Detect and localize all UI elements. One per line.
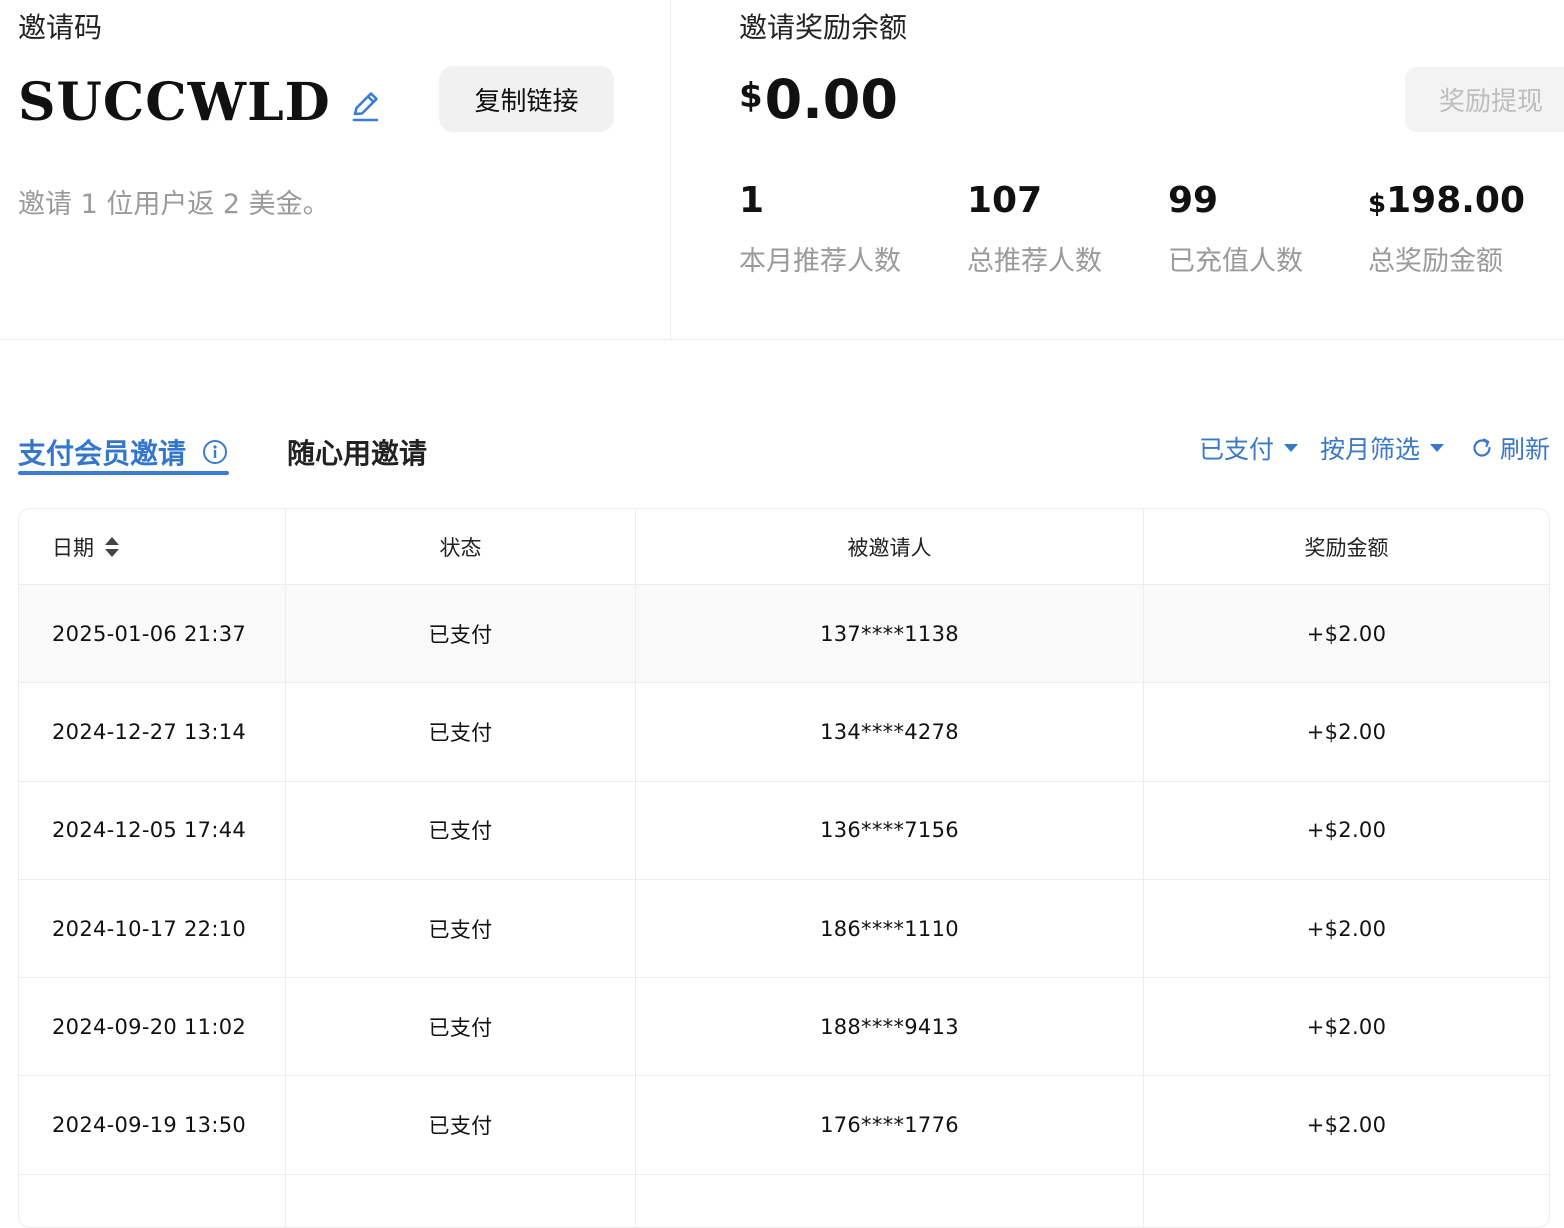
- cell-invitee: 134****4278: [636, 683, 1144, 781]
- cell-reward: +$2.00: [1306, 1014, 1387, 1039]
- cell-invitee: 136****7156: [636, 781, 1144, 879]
- invite-code-row: SUCCWLD: [18, 70, 383, 134]
- stat-caption: 本月推荐人数: [739, 246, 901, 277]
- caret-down-icon: [1430, 444, 1445, 452]
- table-row: 2024-12-05 17:44 已支付 136****7156 +$2.00: [19, 781, 1549, 880]
- stat-value: 107: [967, 180, 1043, 221]
- section-divider: [670, 0, 671, 339]
- column-header-invitee: 被邀请人: [636, 509, 1144, 584]
- cell-status: 已支付: [286, 879, 636, 978]
- withdraw-button[interactable]: 奖励提现: [1405, 67, 1564, 132]
- column-header-reward: 奖励金额: [1304, 535, 1389, 560]
- info-icon[interactable]: [202, 439, 228, 465]
- cell-status: 已支付: [286, 683, 636, 781]
- balance-currency: $: [739, 76, 763, 116]
- cell-status: 已支付: [286, 781, 636, 879]
- month-filter-dropdown[interactable]: 按月筛选: [1320, 430, 1445, 466]
- balance-amount: $0.00: [739, 68, 898, 131]
- stat-value: 99: [1168, 180, 1219, 221]
- balance-value: 0.00: [764, 68, 898, 131]
- column-header-date[interactable]: 日期: [19, 509, 286, 584]
- stat-paid-users: 99 已充值人数: [1168, 178, 1303, 278]
- table-row: 2025-01-06 21:37 已支付 137****1138 +$2.00: [19, 585, 1549, 684]
- balance-label: 邀请奖励余额: [739, 11, 908, 44]
- cell-date: 2024-12-27 13:14: [19, 683, 286, 781]
- table-row: 2024-10-17 22:10 已支付 186****1110 +$2.00: [19, 879, 1549, 979]
- stat-value: 1: [739, 180, 765, 221]
- tab-label: 支付会员邀请: [18, 437, 187, 470]
- invite-code-label: 邀请码: [18, 11, 103, 44]
- table-row-partial: [19, 1174, 1549, 1227]
- cell-invitee: 186****1110: [636, 879, 1144, 978]
- cell-date: 2025-01-06 21:37: [19, 585, 286, 683]
- tab-paid-member-invite[interactable]: 支付会员邀请: [18, 432, 229, 475]
- column-header-status: 状态: [286, 509, 636, 584]
- cell-date: 2024-09-20 11:02: [19, 978, 286, 1076]
- refresh-button[interactable]: 刷新: [1470, 430, 1550, 466]
- cell-status: 已支付: [286, 978, 636, 1076]
- table-header: 日期 状态 被邀请人 奖励金额: [19, 509, 1549, 585]
- cell-reward: +$2.00: [1306, 818, 1387, 843]
- stat-monthly-referrals: 1 本月推荐人数: [739, 178, 901, 278]
- stat-total-reward: $198.00 总奖励金额: [1368, 180, 1526, 277]
- table-row: 2024-12-27 13:14 已支付 134****4278 +$2.00: [19, 683, 1549, 782]
- stat-total-referrals: 107 总推荐人数: [967, 178, 1102, 278]
- table-row: 2024-09-19 13:50 已支付 176****1776 +$2.00: [19, 1076, 1549, 1175]
- summary-section: 邀请码 SUCCWLD 复制链接 邀请 1 位用户返 2 美金。 邀请奖励余额 …: [0, 0, 1564, 340]
- stat-caption: 总推荐人数: [967, 246, 1102, 277]
- cell-date: 2024-09-19 13:50: [19, 1076, 286, 1174]
- stat-value: 198.00: [1386, 180, 1526, 221]
- table-row: 2024-09-20 11:02 已支付 188****9413 +$2.00: [19, 978, 1549, 1077]
- cell-reward: +$2.00: [1306, 621, 1387, 646]
- cell-reward: +$2.00: [1306, 916, 1387, 941]
- cell-date: 2024-12-05 17:44: [19, 781, 286, 879]
- caret-down-icon: [1284, 444, 1299, 452]
- active-tab-underline: [18, 471, 229, 475]
- cell-invitee: 188****9413: [636, 978, 1144, 1076]
- cell-reward: +$2.00: [1306, 1113, 1387, 1138]
- stat-caption: 总奖励金额: [1368, 246, 1503, 277]
- cell-reward: +$2.00: [1306, 719, 1387, 744]
- cell-status: 已支付: [286, 1076, 636, 1174]
- copy-link-button[interactable]: 复制链接: [439, 66, 614, 132]
- status-filter-dropdown[interactable]: 已支付: [1199, 430, 1299, 466]
- stat-caption: 已充值人数: [1168, 246, 1303, 277]
- cell-invitee: 137****1138: [636, 585, 1144, 683]
- tab-free-use-invite[interactable]: 随心用邀请: [287, 432, 427, 472]
- invite-records-table: 日期 状态 被邀请人 奖励金额 2025-01-06 21:37 已支付 137…: [18, 508, 1550, 1228]
- invite-description: 邀请 1 位用户返 2 美金。: [18, 189, 330, 220]
- edit-icon[interactable]: [347, 88, 383, 124]
- invite-code: SUCCWLD: [18, 71, 331, 133]
- sort-icon[interactable]: [104, 535, 120, 559]
- cell-invitee: 176****1776: [636, 1076, 1144, 1174]
- refresh-icon: [1473, 438, 1491, 457]
- cell-status: 已支付: [286, 585, 636, 683]
- cell-date: 2024-10-17 22:10: [19, 879, 286, 978]
